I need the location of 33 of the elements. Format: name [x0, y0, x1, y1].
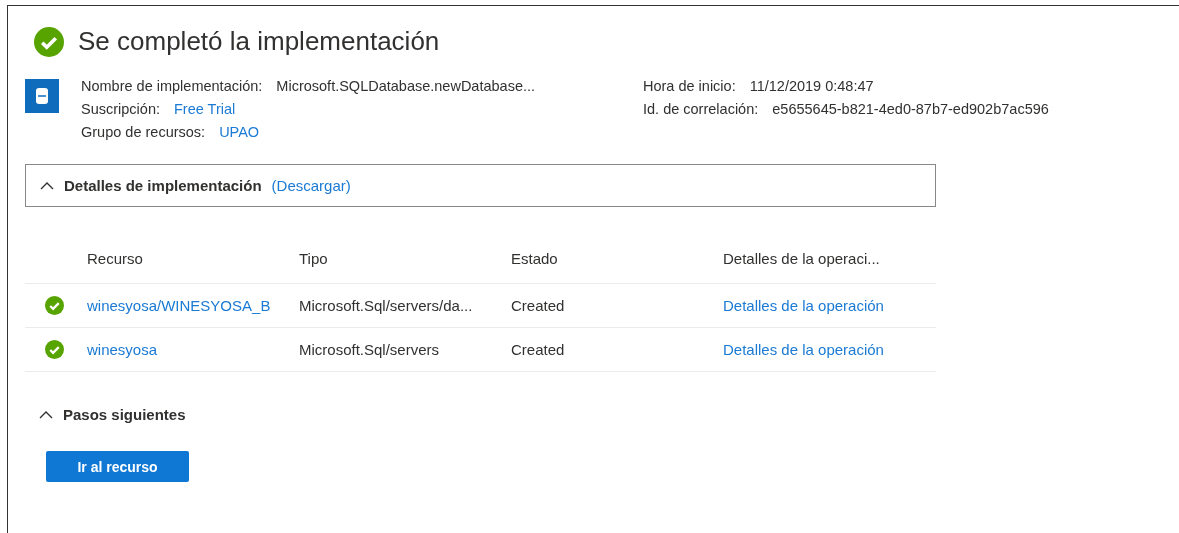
resource-link[interactable]: winesyosa [87, 341, 299, 358]
operation-details-link[interactable]: Detalles de la operación [723, 341, 936, 358]
field-label: Grupo de recursos: [81, 123, 206, 142]
field-value: e5655645-b821-4ed0-87b7-ed902b7ac596 [772, 100, 1049, 119]
caret-up-icon[interactable] [40, 181, 54, 190]
column-header: Detalles de la operaci... [723, 249, 881, 267]
download-link[interactable]: (Descargar) [271, 177, 351, 194]
resource-link[interactable]: winesyosa/WINESYOSA_B [87, 297, 299, 314]
column-header: Estado [511, 249, 559, 267]
table-cell-text: Microsoft.Sql/servers/da... [299, 297, 474, 314]
go-to-resource-button[interactable]: Ir al recurso [46, 451, 189, 482]
field-value: 11/12/2019 0:48:47 [749, 77, 874, 96]
section-title: Pasos siguientes [63, 406, 186, 423]
field-label: Hora de inicio: [643, 77, 736, 96]
column-header: Tipo [299, 249, 329, 267]
success-icon [34, 26, 64, 57]
field-link[interactable]: Free Trial [174, 100, 236, 119]
table-cell-text: Created [511, 297, 566, 314]
column-header: Recurso [87, 249, 144, 267]
field-label: Suscripción: [81, 100, 160, 119]
table-cell-text: Microsoft.Sql/servers [299, 341, 441, 358]
field-link[interactable]: UPAO [219, 123, 260, 142]
page-title: Se completó la implementación [78, 26, 440, 57]
success-icon [45, 296, 64, 315]
operation-details-link[interactable]: Detalles de la operación [723, 297, 936, 314]
field-label: Id. de correlación: [643, 100, 759, 119]
details-header[interactable]: Detalles de implementación (Descargar) [25, 164, 936, 207]
field-value: Microsoft.SQLDatabase.newDatabase... [276, 77, 536, 96]
table-cell-text: Created [511, 341, 566, 358]
field-label: Nombre de implementación: [81, 77, 263, 96]
sql-database-icon [25, 79, 59, 113]
caret-up-icon[interactable] [39, 410, 53, 419]
success-icon [45, 340, 64, 359]
